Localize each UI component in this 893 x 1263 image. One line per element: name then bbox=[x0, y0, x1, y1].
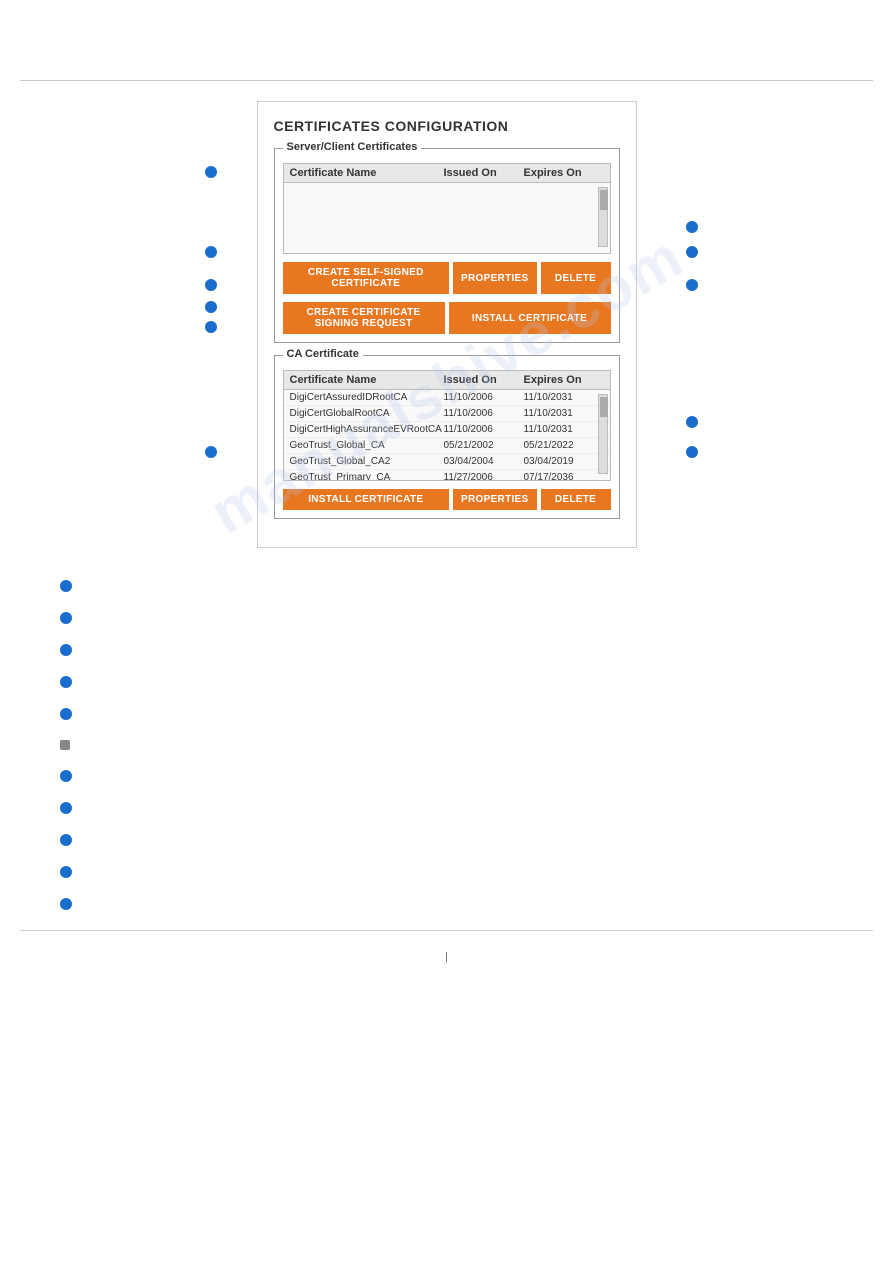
server-table-body[interactable] bbox=[284, 183, 610, 253]
bullet-11 bbox=[60, 896, 833, 910]
properties-button-2[interactable]: PROPERTIES bbox=[453, 489, 536, 510]
bullet-dot-5 bbox=[60, 708, 72, 720]
server-cert-table: Certificate Name Issued On Expires On bbox=[283, 163, 611, 254]
bullet-dot-3 bbox=[60, 644, 72, 656]
right-dot-5 bbox=[686, 446, 698, 461]
config-title: CERTIFICATES CONFIGURATION bbox=[274, 118, 620, 134]
bullet-8 bbox=[60, 800, 833, 814]
page-container: CERTIFICATES CONFIGURATION Server/Client… bbox=[0, 0, 893, 1263]
bullet-5 bbox=[60, 706, 833, 720]
ca-cert-section: CA Certificate Certificate Name Issued O… bbox=[274, 355, 620, 519]
ca-table-row[interactable]: GeoTrust_Primary_CA 11/27/2006 07/17/203… bbox=[284, 470, 610, 480]
bullet-1 bbox=[60, 578, 833, 592]
right-dot-4 bbox=[686, 416, 698, 431]
bullet-9 bbox=[60, 832, 833, 846]
ca-table-row[interactable]: GeoTrust_Global_CA 05/21/2002 05/21/2022 bbox=[284, 438, 610, 454]
bullet-7 bbox=[60, 768, 833, 782]
bullet-2 bbox=[60, 610, 833, 624]
server-scrollbar-thumb[interactable] bbox=[600, 190, 608, 210]
bullet-dot-10 bbox=[60, 866, 72, 878]
ca-section-label: CA Certificate bbox=[283, 348, 363, 360]
col-cert-name-1: Certificate Name bbox=[290, 167, 444, 179]
install-cert-button-2[interactable]: INSTALL CERTIFICATE bbox=[283, 489, 450, 510]
ca-table-row[interactable]: DigiCertAssuredIDRootCA 11/10/2006 11/10… bbox=[284, 390, 610, 406]
bullet-dot-9 bbox=[60, 834, 72, 846]
panel-wrapper: CERTIFICATES CONFIGURATION Server/Client… bbox=[20, 101, 873, 548]
server-section-label: Server/Client Certificates bbox=[283, 141, 422, 153]
right-dot-2 bbox=[686, 246, 698, 261]
server-btn-row-2: CREATE CERTIFICATE SIGNING REQUEST INSTA… bbox=[283, 302, 611, 334]
bullet-dot-11 bbox=[60, 898, 72, 910]
bottom-divider bbox=[20, 930, 873, 931]
col-expires-2: Expires On bbox=[524, 374, 604, 386]
ca-scrollbar-thumb[interactable] bbox=[600, 397, 608, 417]
col-cert-name-2: Certificate Name bbox=[290, 374, 444, 386]
left-dot-3 bbox=[205, 279, 217, 294]
bullet-dot-6-small bbox=[60, 740, 70, 750]
bullet-6 bbox=[60, 738, 833, 750]
right-dot-1 bbox=[686, 221, 698, 236]
install-cert-button-1[interactable]: INSTALL CERTIFICATE bbox=[449, 302, 611, 334]
right-dot-3 bbox=[686, 279, 698, 294]
create-csr-button[interactable]: CREATE CERTIFICATE SIGNING REQUEST bbox=[283, 302, 445, 334]
bullet-10 bbox=[60, 864, 833, 878]
bullet-dot-8 bbox=[60, 802, 72, 814]
col-issued-1: Issued On bbox=[444, 167, 524, 179]
left-dot-5 bbox=[205, 321, 217, 336]
create-self-signed-button[interactable]: CREATE SELF-SIGNED CERTIFICATE bbox=[283, 262, 450, 294]
bullets-area bbox=[60, 578, 833, 910]
properties-button-1[interactable]: PROPERTIES bbox=[453, 262, 536, 294]
page-number: | bbox=[0, 951, 893, 963]
left-dot-6 bbox=[205, 446, 217, 461]
left-dot-1 bbox=[205, 166, 217, 181]
bullet-dot-1 bbox=[60, 580, 72, 592]
top-divider bbox=[20, 80, 873, 81]
server-cert-section: Server/Client Certificates Certificate N… bbox=[274, 148, 620, 343]
bullet-dot-4 bbox=[60, 676, 72, 688]
bullet-dot-7 bbox=[60, 770, 72, 782]
server-btn-row-1: CREATE SELF-SIGNED CERTIFICATE PROPERTIE… bbox=[283, 262, 611, 294]
server-table-header: Certificate Name Issued On Expires On bbox=[284, 164, 610, 183]
config-panel: CERTIFICATES CONFIGURATION Server/Client… bbox=[257, 101, 637, 548]
bullet-3 bbox=[60, 642, 833, 656]
ca-btn-row: INSTALL CERTIFICATE PROPERTIES DELETE bbox=[283, 489, 611, 510]
col-expires-1: Expires On bbox=[524, 167, 604, 179]
ca-cert-table: Certificate Name Issued On Expires On Di… bbox=[283, 370, 611, 481]
server-scrollbar[interactable] bbox=[598, 187, 608, 247]
left-dot-4 bbox=[205, 301, 217, 316]
ca-table-row[interactable]: GeoTrust_Global_CA2 03/04/2004 03/04/201… bbox=[284, 454, 610, 470]
bullet-4 bbox=[60, 674, 833, 688]
ca-table-row[interactable]: DigiCertGlobalRootCA 11/10/2006 11/10/20… bbox=[284, 406, 610, 422]
left-dot-2 bbox=[205, 246, 217, 261]
ca-table-row[interactable]: DigiCertHighAssuranceEVRootCA 11/10/2006… bbox=[284, 422, 610, 438]
bullet-dot-2 bbox=[60, 612, 72, 624]
col-issued-2: Issued On bbox=[444, 374, 524, 386]
ca-table-body[interactable]: DigiCertAssuredIDRootCA 11/10/2006 11/10… bbox=[284, 390, 610, 480]
ca-table-header: Certificate Name Issued On Expires On bbox=[284, 371, 610, 390]
ca-scrollbar[interactable] bbox=[598, 394, 608, 474]
delete-button-1[interactable]: DELETE bbox=[541, 262, 611, 294]
delete-button-2[interactable]: DELETE bbox=[541, 489, 611, 510]
